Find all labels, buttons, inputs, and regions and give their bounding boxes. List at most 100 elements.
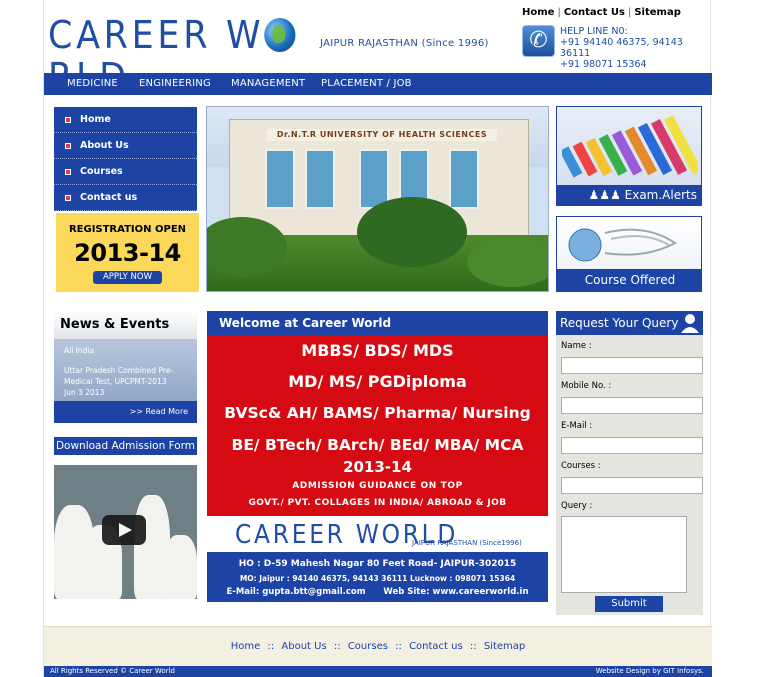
design-credit-link[interactable]: Website Design by GIT Infosys. [596, 666, 704, 677]
course-offered-label: Course Offered [557, 269, 701, 291]
left-menu-label: Courses [80, 166, 123, 177]
news-date: Jun 3 2013 [64, 388, 105, 397]
top-link-separator: | [627, 7, 632, 18]
footer-links: Home :: About Us :: Courses :: Contact u… [44, 641, 712, 652]
hero-tree [467, 237, 548, 287]
footer-link-about[interactable]: About Us [279, 641, 328, 652]
mobile-field[interactable] [561, 397, 703, 414]
page-container: CAREER WRLD JAIPUR RAJASTHAN (Since 1996… [43, 0, 712, 677]
email-field[interactable] [561, 437, 703, 454]
video-player[interactable] [54, 465, 197, 599]
footer-link-home[interactable]: Home [229, 641, 263, 652]
bullet-icon [65, 117, 71, 123]
footer-separator: :: [333, 641, 341, 652]
query-label: Query : [561, 501, 593, 511]
nav-medicine[interactable]: MEDICINE [67, 73, 118, 95]
footer: Home :: About Us :: Courses :: Contact u… [44, 626, 712, 666]
query-textarea[interactable] [561, 516, 687, 593]
exam-alerts-label: ♟♟♟ Exam.Alerts [557, 185, 701, 205]
query-form: Request Your Query Name : Mobile No. : E… [556, 311, 703, 615]
hero-window [359, 149, 389, 209]
left-menu-label: About Us [80, 140, 129, 151]
hero-window [305, 149, 335, 209]
footer-link-contact[interactable]: Contact us [407, 641, 465, 652]
promo-line: BVSc& AH/ BAMS/ Pharma/ Nursing [224, 404, 531, 422]
left-menu-label: Home [80, 114, 111, 125]
footer-separator: :: [395, 641, 402, 652]
copyright-bar: All Rights Reserved © Career World Websi… [44, 666, 712, 677]
registration-year: 2013-14 [74, 239, 181, 267]
hero-window [265, 149, 295, 209]
hero-image: Dr.N.T.R UNIVERSITY OF HEALTH SCIENCES [206, 106, 549, 292]
promo-line: ADMISSION GUIDANCE ON TOP [292, 481, 463, 491]
nav-management[interactable]: MANAGEMENT [231, 73, 305, 95]
bullet-icon [65, 195, 71, 201]
copyright-text: All Rights Reserved © Career World [50, 667, 175, 675]
news-read-more-link[interactable]: >> Read More [54, 401, 197, 423]
query-form-header: Request Your Query [556, 311, 703, 335]
courses-promo-box: MBBS/ BDS/ MDS MD/ MS/ PGDiploma BVSc& A… [207, 335, 548, 516]
course-offered-box[interactable]: Course Offered [556, 216, 702, 292]
site-tagline: JAIPUR RAJASTHAN (Since 1996) [320, 38, 489, 49]
footer-separator: :: [267, 641, 275, 652]
promo-line: GOVT./ PVT. COLLAGES IN INDIA/ ABROAD & … [248, 498, 507, 508]
main-nav: MEDICINE ENGINEERING MANAGEMENT PLACEMEN… [44, 73, 712, 95]
apply-now-button[interactable]: APPLY NOW [93, 271, 162, 284]
left-menu-item-courses[interactable]: Courses [54, 159, 197, 185]
contact-info-box: HO : D-59 Mahesh Nagar 80 Feet Road- JAI… [207, 552, 548, 602]
news-item[interactable]: All India [64, 345, 197, 356]
user-icon [681, 314, 699, 333]
contact-address: HO : D-59 Mahesh Nagar 80 Feet Road- JAI… [238, 559, 517, 569]
top-link-sitemap[interactable]: Sitemap [634, 7, 681, 18]
contact-email-web: E-Mail: gupta.btt@gmail.com Web Site: ww… [226, 587, 529, 597]
video-figure [164, 535, 197, 599]
top-link-home[interactable]: Home [522, 7, 554, 18]
submit-button[interactable]: Submit [595, 596, 663, 612]
helpline-number-1: +91 94140 46375, 94143 36111 [560, 37, 683, 59]
left-menu-label: Contact us [80, 192, 138, 203]
footer-separator: :: [469, 641, 477, 652]
globe-clip-icon [568, 228, 677, 262]
bullet-icon [65, 143, 71, 149]
nav-placement-job[interactable]: PLACEMENT / JOB [321, 73, 412, 95]
hero-building-sign: Dr.N.T.R UNIVERSITY OF HEALTH SCIENCES [267, 129, 497, 141]
promo-logo: CAREER WORLD JAIPUR RAJASTHAN (Since1996… [207, 520, 548, 552]
footer-link-courses[interactable]: Courses [346, 641, 390, 652]
name-field[interactable] [561, 357, 703, 374]
site-logo[interactable]: CAREER WRLD [48, 13, 296, 98]
exam-alerts-text: Exam.Alerts [624, 188, 697, 202]
top-link-separator: | [557, 7, 561, 18]
helpline-number-2: +91 98071 15364 [560, 59, 647, 70]
left-menu-item-contact[interactable]: Contact us [54, 185, 197, 211]
helpline-label: HELP LINE N0: [560, 26, 628, 37]
logo-text-1: CAREER W [48, 13, 265, 57]
left-menu-item-about[interactable]: About Us [54, 133, 197, 159]
promo-logo-tagline: JAIPUR RAJASTHAN (Since1996) [412, 539, 522, 547]
promo-line: BE/ BTech/ BArch/ BEd/ MBA/ MCA [231, 436, 524, 454]
registration-title: REGISTRATION OPEN [68, 224, 187, 235]
promo-year: 2013-14 [343, 458, 412, 476]
left-menu-item-home[interactable]: Home [54, 107, 197, 133]
footer-link-sitemap[interactable]: Sitemap [482, 641, 527, 652]
promo-line: MBBS/ BDS/ MDS [301, 341, 454, 360]
students-icon: ♟♟♟ [588, 188, 625, 202]
news-events-panel: News & Events All India Uttar Pradesh Co… [54, 311, 197, 423]
download-admission-form-button[interactable]: Download Admission Form [54, 437, 197, 455]
news-item[interactable]: Uttar Pradesh Combined Pre-Medical Test,… [64, 365, 197, 387]
nav-engineering[interactable]: ENGINEERING [139, 73, 211, 95]
registration-banner[interactable]: REGISTRATION OPEN 2013-14 APPLY NOW [56, 213, 199, 292]
exam-alerts-box[interactable]: ♟♟♟ Exam.Alerts [556, 106, 702, 206]
welcome-title: Welcome at Career World [207, 311, 548, 335]
mobile-label: Mobile No. : [561, 381, 612, 391]
hero-window [449, 149, 479, 209]
hero-tree [357, 197, 467, 267]
contact-phones: MO: Jaipur : 94140 46375, 94143 36111 Lu… [239, 574, 516, 583]
phone-icon: ✆ [522, 25, 555, 57]
helpline-block: HELP LINE N0: +91 94140 46375, 94143 361… [560, 26, 710, 70]
books-icon [562, 115, 698, 178]
play-icon[interactable] [102, 515, 146, 545]
name-label: Name : [561, 341, 592, 351]
courses-field[interactable] [561, 477, 703, 494]
top-link-contact[interactable]: Contact Us [564, 7, 625, 18]
news-title: News & Events [54, 311, 197, 339]
